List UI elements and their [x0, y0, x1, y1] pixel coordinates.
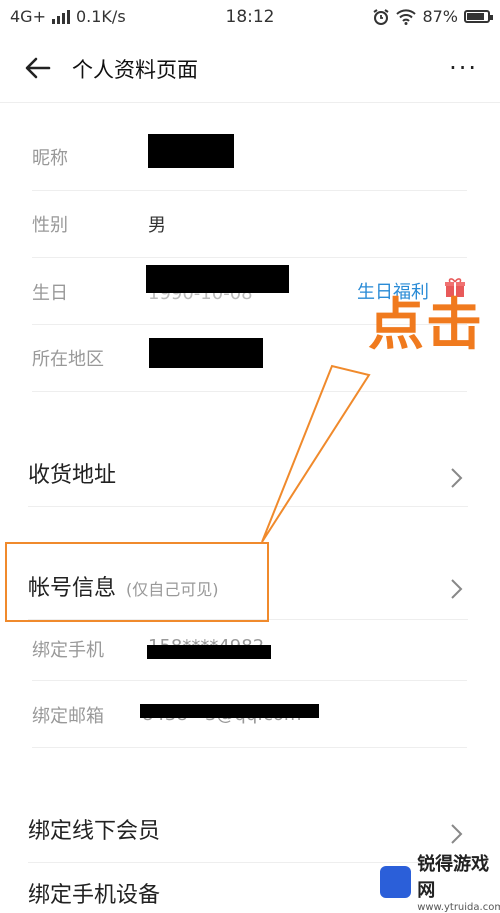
watermark-text: 锐得游戏网 www.ytruida.com [417, 850, 500, 913]
callout-pointer [261, 364, 371, 543]
watermark-url: www.ytruida.com [417, 902, 500, 913]
watermark-logo-icon [380, 865, 412, 898]
watermark: 锐得游戏网 www.ytruida.com [380, 850, 500, 913]
watermark-name: 锐得游戏网 [417, 854, 490, 901]
